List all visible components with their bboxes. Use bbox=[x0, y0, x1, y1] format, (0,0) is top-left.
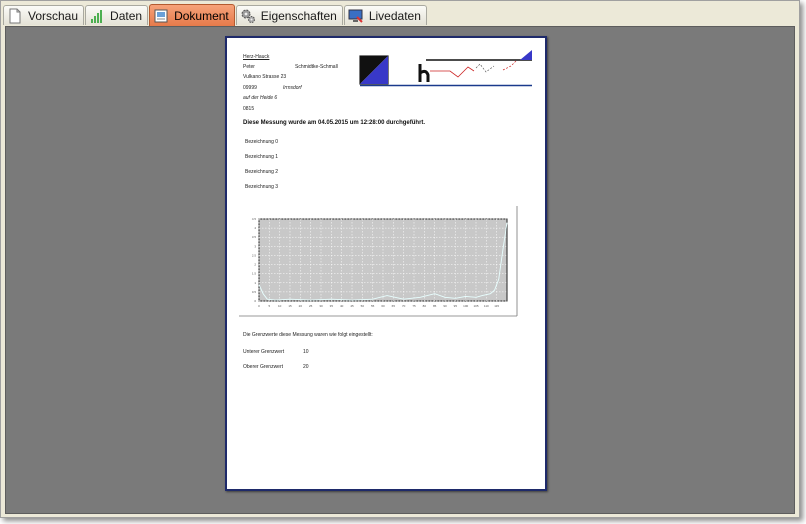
company-name: Herz-Hauck bbox=[243, 54, 270, 60]
x-tick-label: 100 bbox=[463, 304, 468, 308]
last-name: Schmidtke-Schmall bbox=[295, 64, 338, 70]
x-tick-label: 50 bbox=[361, 304, 365, 308]
upper-limit-value: 20 bbox=[303, 364, 309, 370]
street-2: auf der Heide 6 bbox=[243, 95, 278, 101]
y-tick-label: 4.5 bbox=[252, 217, 257, 221]
app-window: Vorschau Daten Dokument Eigenschaften Li… bbox=[0, 0, 800, 518]
lower-limit-value: 10 bbox=[303, 349, 309, 355]
street: Vulkano Strasse 23 bbox=[243, 74, 287, 80]
label-1: Bezeichnung 1 bbox=[245, 154, 279, 160]
x-tick-label: 20 bbox=[299, 304, 303, 308]
x-tick-label: 85 bbox=[433, 304, 437, 308]
monitor-icon bbox=[348, 8, 366, 24]
tab-label: Livedaten bbox=[368, 8, 421, 23]
x-tick-label: 25 bbox=[309, 304, 313, 308]
label-3: Bezeichnung 3 bbox=[245, 184, 279, 190]
x-tick-label: 35 bbox=[330, 304, 334, 308]
first-name: Peter bbox=[243, 64, 255, 70]
y-tick-label: 1 bbox=[254, 281, 256, 285]
x-tick-label: 95 bbox=[454, 304, 458, 308]
y-tick-label: 2 bbox=[254, 263, 256, 267]
label-0: Bezeichnung 0 bbox=[245, 139, 279, 145]
tab-bar: Vorschau Daten Dokument Eigenschaften Li… bbox=[3, 4, 428, 26]
x-tick-label: 110 bbox=[484, 304, 489, 308]
x-tick-label: 55 bbox=[371, 304, 375, 308]
x-tick-label: 60 bbox=[381, 304, 385, 308]
upper-limit-label: Oberer Grenzwert bbox=[243, 364, 284, 370]
lower-limit-label: Unterer Grenzwert bbox=[243, 349, 285, 355]
tab-eigenschaften[interactable]: Eigenschaften bbox=[235, 5, 343, 25]
tab-label: Dokument bbox=[174, 8, 229, 23]
y-tick-label: 3 bbox=[254, 244, 256, 248]
y-tick-label: 3.5 bbox=[252, 235, 257, 239]
y-tick-label: 4 bbox=[254, 226, 256, 230]
y-tick-label: 0.5 bbox=[252, 290, 257, 294]
x-tick-label: 45 bbox=[350, 304, 354, 308]
x-tick-label: 5 bbox=[268, 304, 270, 308]
x-tick-label: 75 bbox=[412, 304, 416, 308]
x-tick-label: 40 bbox=[340, 304, 344, 308]
x-tick-label: 80 bbox=[423, 304, 427, 308]
company-logo bbox=[359, 50, 532, 87]
tab-label: Daten bbox=[110, 8, 143, 23]
x-tick-label: 65 bbox=[392, 304, 396, 308]
tab-vorschau[interactable]: Vorschau bbox=[3, 5, 85, 25]
extra-line: 0815 bbox=[243, 106, 255, 112]
document-icon bbox=[7, 8, 25, 24]
tab-label: Vorschau bbox=[28, 8, 79, 23]
measurement-info: Diese Messung wurde am 04.05.2015 um 12:… bbox=[243, 120, 426, 126]
x-tick-label: 15 bbox=[288, 304, 292, 308]
tab-livedaten[interactable]: Livedaten bbox=[343, 5, 427, 25]
zip-code: 09999 bbox=[243, 85, 257, 91]
tab-dokument[interactable]: Dokument bbox=[149, 4, 235, 26]
x-tick-label: 10 bbox=[278, 304, 282, 308]
measurement-chart: 0 0.5 1 1.5 2 2.5 3 3.5 4 4.5 0 5 10 15 20 25 30 35 40 45 5… bbox=[239, 206, 518, 317]
limits-intro: Die Grenzwerte diese Messung waren wie f… bbox=[243, 332, 373, 338]
document-workspace[interactable]: Herz-Hauck Peter Schmidtke-Schmall Vulka… bbox=[5, 26, 795, 514]
gears-icon bbox=[240, 8, 258, 24]
x-tick-label: 115 bbox=[494, 304, 499, 308]
x-tick-label: 90 bbox=[443, 304, 447, 308]
image-document-icon bbox=[153, 8, 171, 24]
bar-chart-icon bbox=[89, 8, 107, 24]
x-tick-label: 30 bbox=[319, 304, 323, 308]
city: Irrnsdorf bbox=[283, 85, 302, 91]
y-tick-label: 2.5 bbox=[252, 253, 257, 257]
document-page: Herz-Hauck Peter Schmidtke-Schmall Vulka… bbox=[225, 36, 547, 491]
y-tick-label: 1.5 bbox=[252, 272, 257, 276]
x-tick-label: 70 bbox=[402, 304, 406, 308]
x-tick-label: 105 bbox=[473, 304, 478, 308]
x-tick-label: 0 bbox=[258, 304, 260, 308]
label-2: Bezeichnung 2 bbox=[245, 169, 279, 175]
tab-daten[interactable]: Daten bbox=[85, 5, 149, 25]
y-tick-label: 0 bbox=[254, 299, 256, 303]
tab-label: Eigenschaften bbox=[260, 8, 337, 23]
